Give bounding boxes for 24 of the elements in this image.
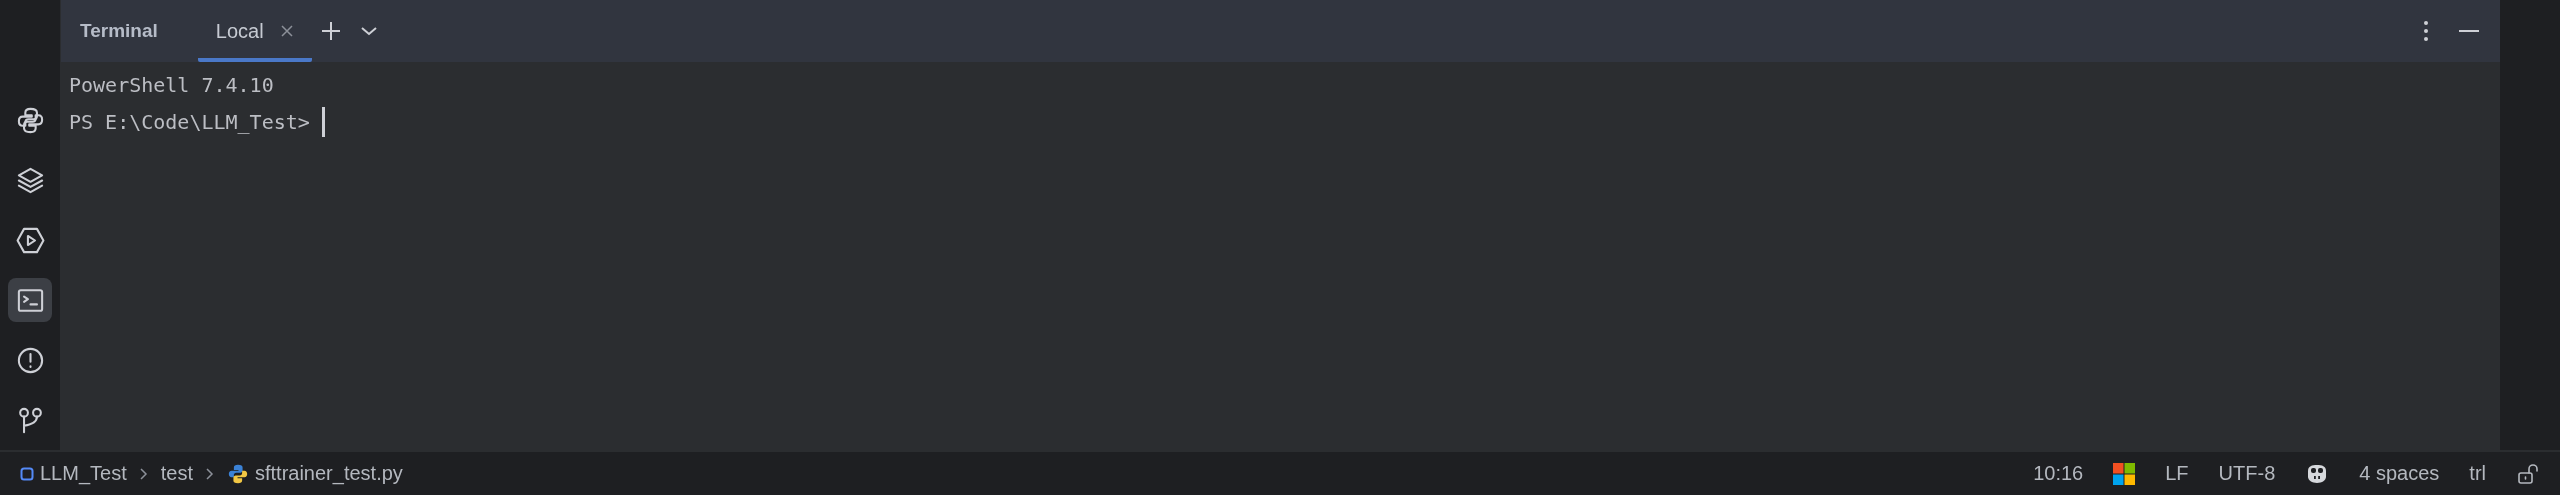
- terminal-line: PowerShell 7.4.10: [69, 72, 274, 97]
- sidebar-button[interactable]: [8, 278, 52, 322]
- chevron-right-icon: [204, 466, 215, 481]
- status-item[interactable]: trl: [2469, 462, 2486, 485]
- minimize-button[interactable]: [2459, 29, 2479, 33]
- tab-label: Local: [215, 19, 264, 43]
- tool-window-title: Terminal: [80, 20, 158, 42]
- status-item[interactable]: LF: [2165, 462, 2189, 485]
- status-item[interactable]: 4 spaces: [2359, 462, 2440, 485]
- module-icon: [20, 466, 34, 481]
- windows-logo-icon: [2113, 462, 2136, 485]
- breadcrumb-item[interactable]: LLM_Test: [40, 462, 127, 485]
- status-item[interactable]: 10:16: [2033, 462, 2084, 485]
- breadcrumb-item[interactable]: test: [160, 462, 193, 485]
- status-item[interactable]: UTF-8: [2218, 462, 2276, 485]
- breadcrumb-item[interactable]: sfttrainer_test.py: [254, 462, 403, 485]
- unlocked-padlock-icon: [2516, 461, 2540, 486]
- dropdown-button[interactable]: [359, 25, 378, 37]
- chevron-right-icon: [138, 466, 149, 481]
- more-options-button[interactable]: [2423, 20, 2429, 42]
- python-file-icon: [226, 462, 249, 485]
- terminal-line: PS E:\Code\LLM_Test>: [69, 109, 311, 134]
- close-icon[interactable]: [279, 24, 294, 38]
- add-tab-button[interactable]: [319, 20, 342, 42]
